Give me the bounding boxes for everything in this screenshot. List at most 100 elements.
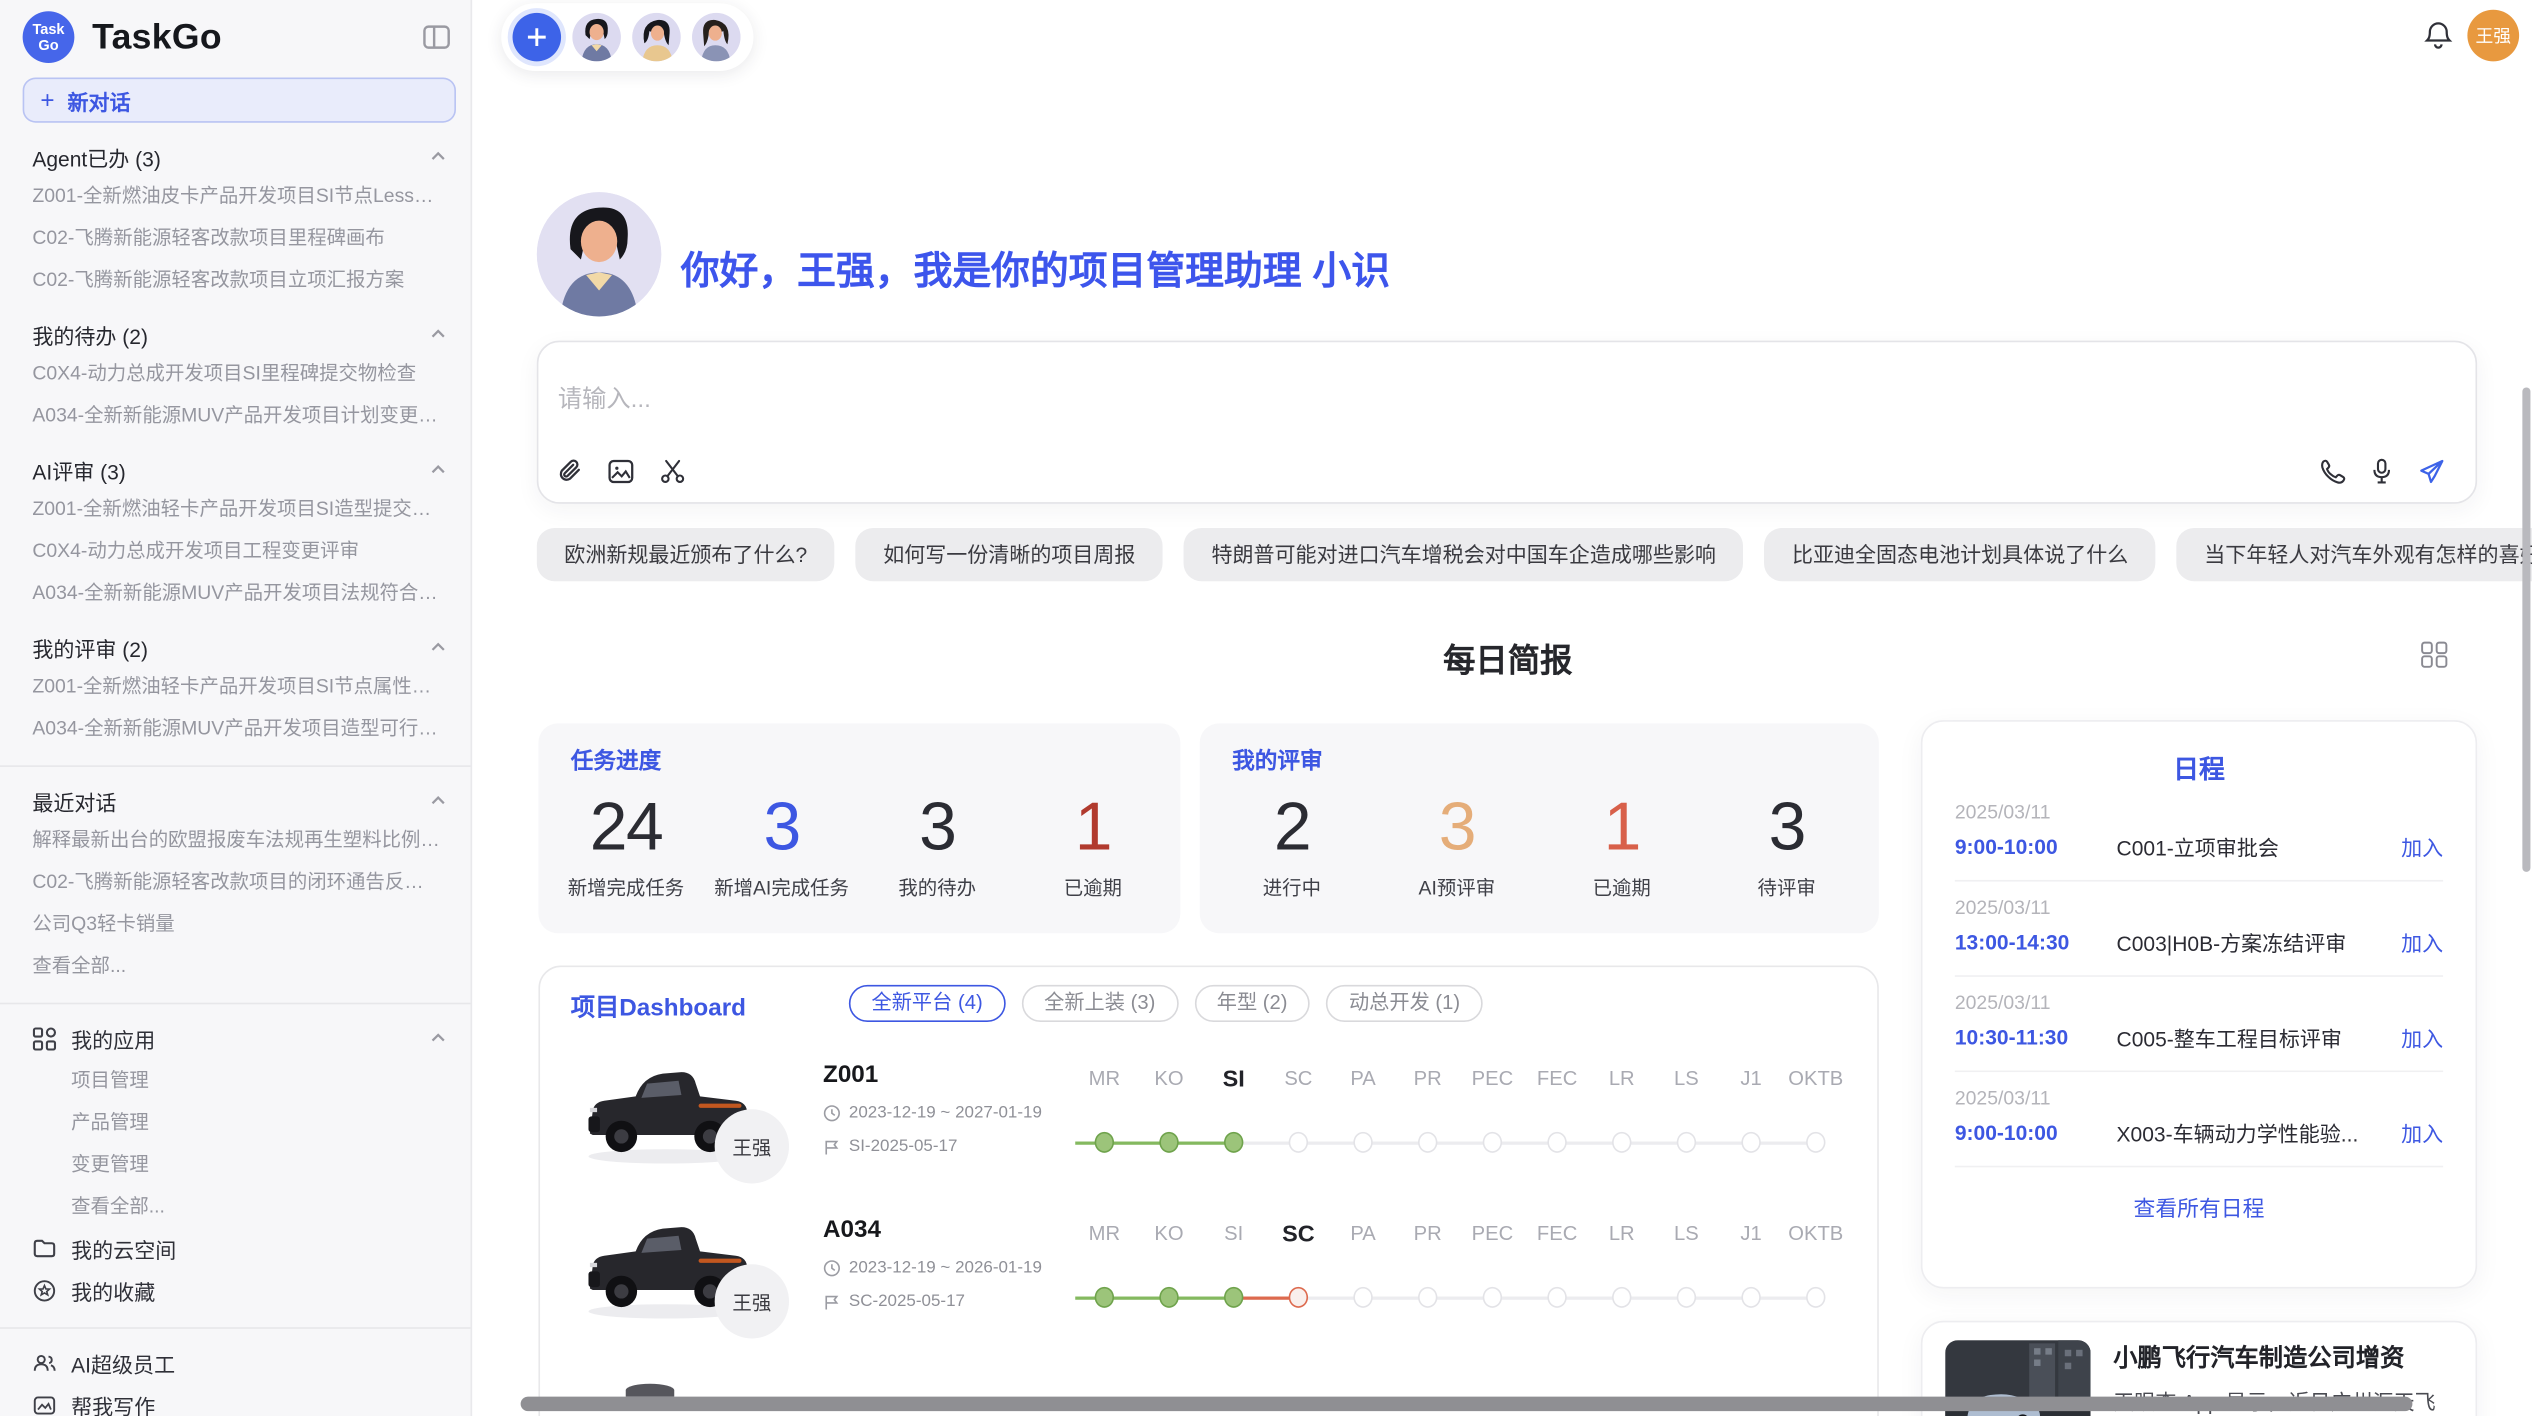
schedule-item: 2025/03/1113:00-14:30C003|H0B-方案冻结评审加入 xyxy=(1955,882,2443,977)
stat-value: 3 xyxy=(1704,790,1869,864)
sidebar-list-item[interactable]: 解释最新出台的欧盟报废车法规再生塑料比例被调至15%... xyxy=(0,819,471,861)
stat-value: 3 xyxy=(704,790,860,864)
brief-layout-icon[interactable] xyxy=(2420,641,2447,668)
new-chat-button[interactable]: + 新对话 xyxy=(23,78,456,123)
project-info: Z0012023-12-19 ~ 2027-01-19SI-2025-05-17 xyxy=(823,1061,1057,1156)
suggestion-chip[interactable]: 比亚迪全固态电池计划具体说了什么 xyxy=(1764,528,2155,581)
sidebar-list-item[interactable]: C02-飞腾新能源轻客改款项目立项汇报方案 xyxy=(0,258,471,300)
sidebar-sec0-section: Agent已办 (3)Z001-全新燃油皮卡产品开发项目SI节点Lesson L… xyxy=(0,139,471,300)
sidebar-item-my-apps[interactable]: 我的应用 xyxy=(0,1017,471,1059)
sidebar-list-item[interactable]: Z001-全新燃油轻卡产品开发项目SI节点属性5D文件评审 xyxy=(0,665,471,707)
app-window: Task Go TaskGo + 新对话 Agent已办 (3)Z001-全新燃… xyxy=(0,0,2532,1416)
add-agent-button[interactable] xyxy=(513,13,562,61)
sidebar-list-item[interactable]: 查看全部... xyxy=(0,945,471,987)
sidebar-item-help-write[interactable]: 帮我写作 xyxy=(0,1384,471,1416)
sidebar-list-item[interactable]: Z001-全新燃油轻卡产品开发项目SI造型提交物评审 xyxy=(0,488,471,530)
sidebar-list-item[interactable]: A034-全新新能源MUV产品开发项目计划变更表编写 xyxy=(0,394,471,436)
milestone-label: SI xyxy=(1201,1067,1266,1093)
agent-avatar-3[interactable] xyxy=(692,13,741,61)
sidebar-list-item[interactable]: C02-飞腾新能源轻客改款项目的闭环通告反馈情况 xyxy=(0,861,471,903)
join-link[interactable]: 加入 xyxy=(2401,1117,2443,1148)
schedule-date: 2025/03/11 xyxy=(1955,801,2443,824)
sidebar-list-item[interactable]: A034-全新新能源MUV产品开发项目造型可行性评审 xyxy=(0,707,471,749)
dashboard-filter-chip[interactable]: 动总开发 (1) xyxy=(1326,985,1482,1022)
sidebar-collapse-icon[interactable] xyxy=(422,23,451,52)
sidebar-sec0-title: Agent已办 (3) xyxy=(32,141,428,172)
task-progress-stats: 24新增完成任务3新增AI完成任务3我的待办1已逾期 xyxy=(548,790,1171,901)
my-apps-item[interactable]: 项目管理 xyxy=(0,1059,471,1101)
sidebar-sec2-header[interactable]: AI评审 (3) xyxy=(0,452,471,488)
dashboard-filter-chip[interactable]: 全新上装 (3) xyxy=(1022,985,1178,1022)
suggestion-chip[interactable]: 当下年轻人对汽车外观有怎样的喜好趋势 xyxy=(2177,528,2532,581)
my-apps-item[interactable]: 查看全部... xyxy=(0,1185,471,1227)
suggestion-chip[interactable]: 如何写一份清晰的项目周报 xyxy=(856,528,1163,581)
view-all-schedule-link[interactable]: 查看所有日程 xyxy=(1955,1190,2443,1222)
stat-column: 24新增完成任务 xyxy=(548,790,704,901)
suggestion-chip[interactable]: 特朗普可能对进口汽车增税会对中国车企造成哪些影响 xyxy=(1184,528,1743,581)
milestone-dot xyxy=(1741,1287,1760,1308)
agent-avatar-1[interactable] xyxy=(572,13,621,61)
notifications-bell-icon[interactable] xyxy=(2422,19,2454,51)
sidebar-header: Task Go TaskGo xyxy=(0,0,471,74)
milestone-dot xyxy=(1353,1287,1372,1308)
my-review-title: 我的评审 xyxy=(1232,744,1869,776)
milestone-dot xyxy=(1095,1132,1114,1153)
project-info: A0342023-12-19 ~ 2026-01-19SC-2025-05-17 xyxy=(823,1216,1057,1311)
milestone-label: J1 xyxy=(1719,1222,1784,1248)
microphone-icon[interactable] xyxy=(2367,457,2396,486)
my-apps-item[interactable]: 产品管理 xyxy=(0,1101,471,1143)
milestone-dot xyxy=(1159,1132,1178,1153)
send-icon[interactable] xyxy=(2417,457,2446,486)
sidebar-list-item[interactable]: C0X4-动力总成开发项目SI里程碑提交物检查 xyxy=(0,352,471,394)
sidebar-item-ai-employee[interactable]: AI超级员工 xyxy=(0,1342,471,1384)
sidebar-sec1-header[interactable]: 我的待办 (2) xyxy=(0,316,471,352)
sidebar-sec3-header[interactable]: 我的评审 (2) xyxy=(0,630,471,666)
sidebar-item-favorites[interactable]: 我的收藏 xyxy=(0,1269,471,1311)
task-progress-card: 任务进度 24新增完成任务3新增AI完成任务3我的待办1已逾期 xyxy=(538,723,1180,933)
agent-avatar-2[interactable] xyxy=(632,13,681,61)
sidebar-list-item[interactable]: 公司Q3轻卡销量 xyxy=(0,903,471,945)
recent-chats-header[interactable]: 最近对话 xyxy=(0,783,471,819)
user-avatar[interactable]: 王强 xyxy=(2467,10,2519,62)
people-icon xyxy=(32,1351,56,1375)
phone-call-icon[interactable] xyxy=(2317,457,2346,486)
stat-label: 新增AI完成任务 xyxy=(704,873,860,900)
scissors-icon[interactable] xyxy=(658,457,687,486)
my-apps-item[interactable]: 变更管理 xyxy=(0,1143,471,1185)
chevron-up-icon xyxy=(428,325,447,344)
vertical-scrollbar[interactable] xyxy=(2522,388,2530,872)
help-write-label: 帮我写作 xyxy=(71,1389,448,1416)
sidebar-sec3-section: 我的评审 (2)Z001-全新燃油轻卡产品开发项目SI节点属性5D文件评审A03… xyxy=(0,630,471,749)
sidebar-list-item[interactable]: Z001-全新燃油皮卡产品开发项目SI节点Lesson Learn报告 xyxy=(0,174,471,216)
dashboard-filter-chip[interactable]: 全新平台 (4) xyxy=(849,985,1005,1022)
sidebar-list-item[interactable]: C0X4-动力总成开发项目工程变更评审 xyxy=(0,530,471,572)
sidebar-list-item[interactable]: C02-飞腾新能源轻客改款项目里程碑画布 xyxy=(0,216,471,258)
sidebar-item-cloud-space[interactable]: 我的云空间 xyxy=(0,1227,471,1269)
sidebar-sec0-header[interactable]: Agent已办 (3) xyxy=(0,139,471,175)
stat-column: 3我的待办 xyxy=(859,790,1015,901)
image-icon[interactable] xyxy=(606,457,635,486)
project-row: 王强Z0012023-12-19 ~ 2027-01-19SI-2025-05-… xyxy=(540,1045,1880,1200)
dashboard-filter-chip[interactable]: 年型 (2) xyxy=(1194,985,1310,1022)
app-title: TaskGo xyxy=(92,16,222,58)
suggestion-chip[interactable]: 欧洲新规最近颁布了什么? xyxy=(537,528,835,581)
sidebar-sec2-section: AI评审 (3)Z001-全新燃油轻卡产品开发项目SI造型提交物评审C0X4-动… xyxy=(0,452,471,613)
chat-input[interactable] xyxy=(555,384,2017,415)
stat-column: 2进行中 xyxy=(1209,790,1374,901)
milestone-label: SC xyxy=(1266,1222,1331,1248)
milestone-label: PR xyxy=(1395,1222,1460,1248)
milestone-dot xyxy=(1095,1287,1114,1308)
stat-label: AI预评审 xyxy=(1374,873,1539,900)
daily-brief-title: 每日简报 xyxy=(538,635,2477,682)
join-link[interactable]: 加入 xyxy=(2401,927,2443,958)
attachment-icon[interactable] xyxy=(555,457,584,486)
my-review-card: 我的评审 2进行中3AI预评审1已逾期3待评审 xyxy=(1200,723,1879,933)
join-link[interactable]: 加入 xyxy=(2401,832,2443,863)
stat-column: 3 新增AI完成任务 xyxy=(704,790,860,901)
schedule-items: 2025/03/119:00-10:00C001-立项审批会加入2025/03/… xyxy=(1955,786,2443,1167)
join-link[interactable]: 加入 xyxy=(2401,1022,2443,1053)
sidebar-list-item[interactable]: A034-全新新能源MUV产品开发项目法规符合性评审 xyxy=(0,572,471,614)
horizontal-scrollbar[interactable] xyxy=(521,1397,2413,1412)
stat-value: 24 xyxy=(548,790,704,864)
sidebar: Task Go TaskGo + 新对话 Agent已办 (3)Z001-全新燃… xyxy=(0,0,472,1416)
